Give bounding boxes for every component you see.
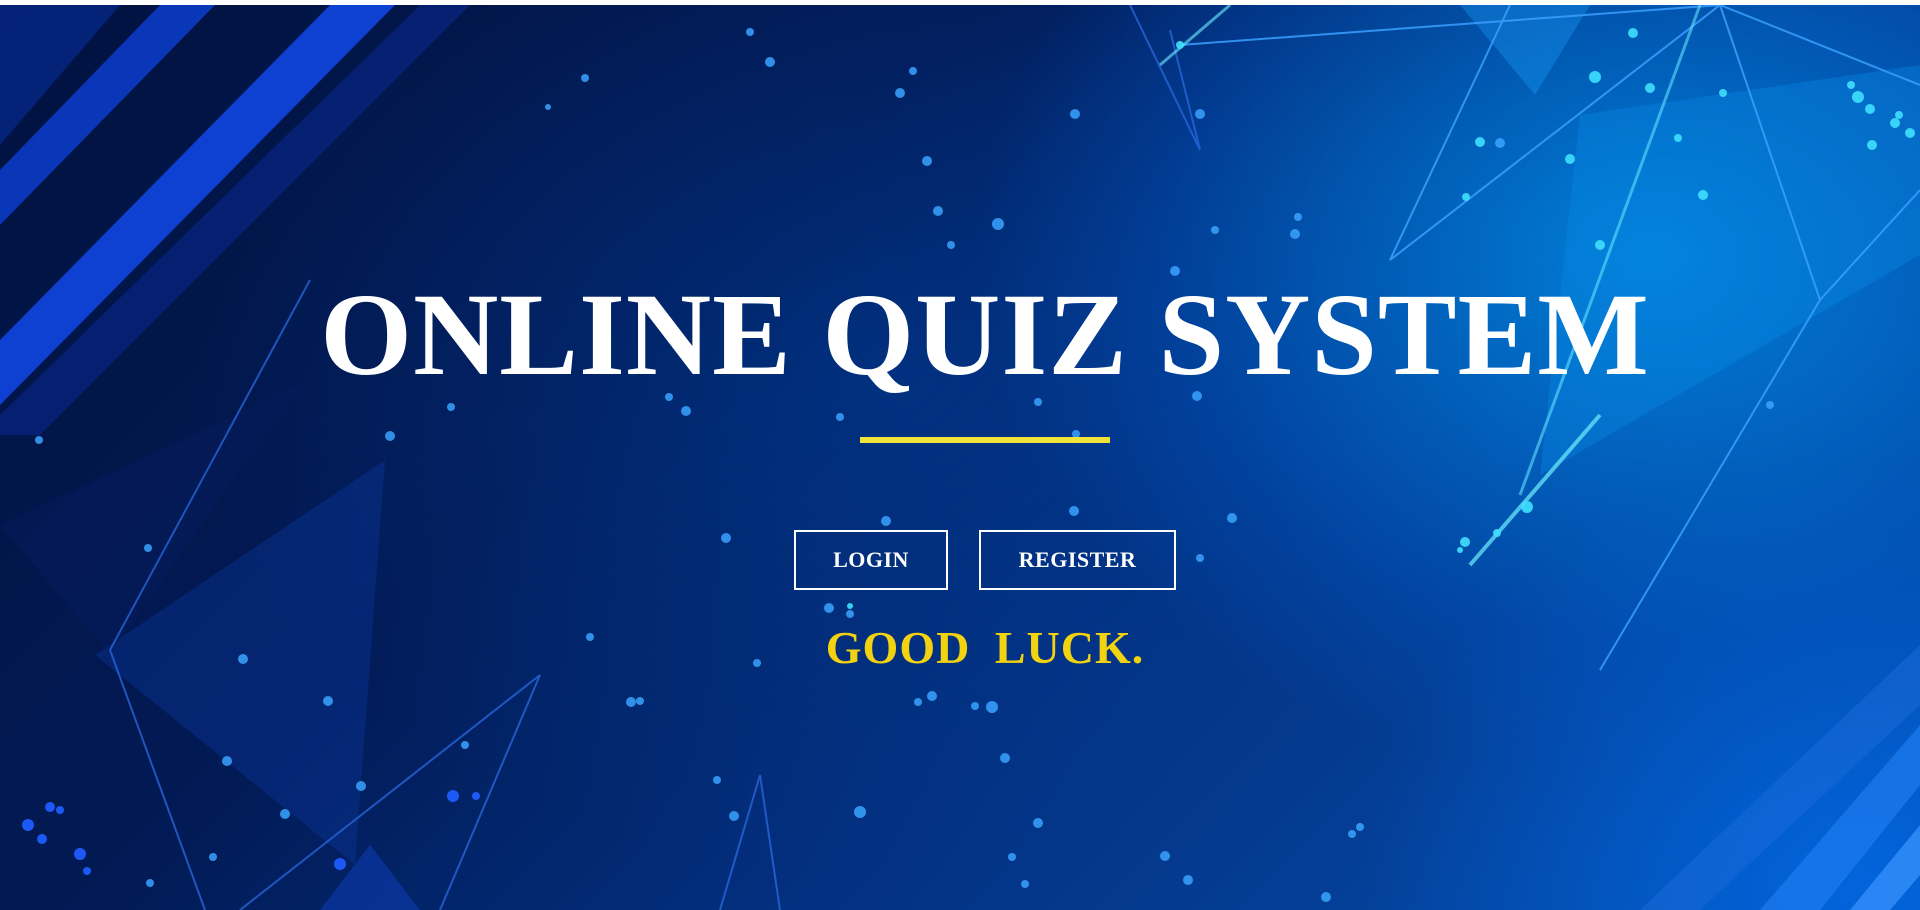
tagline: GOOD LUCK.: [825, 622, 1145, 673]
title-underline: [860, 437, 1110, 443]
background-decoration: [0, 5, 1920, 910]
page-title: ONLINE QUIZ SYSTEM: [320, 269, 1650, 400]
register-button[interactable]: REGISTER: [979, 530, 1176, 590]
login-button[interactable]: LOGIN: [794, 530, 948, 590]
hero-section: ONLINE QUIZ SYSTEM LOGIN REGISTER GOOD L…: [0, 5, 1920, 910]
